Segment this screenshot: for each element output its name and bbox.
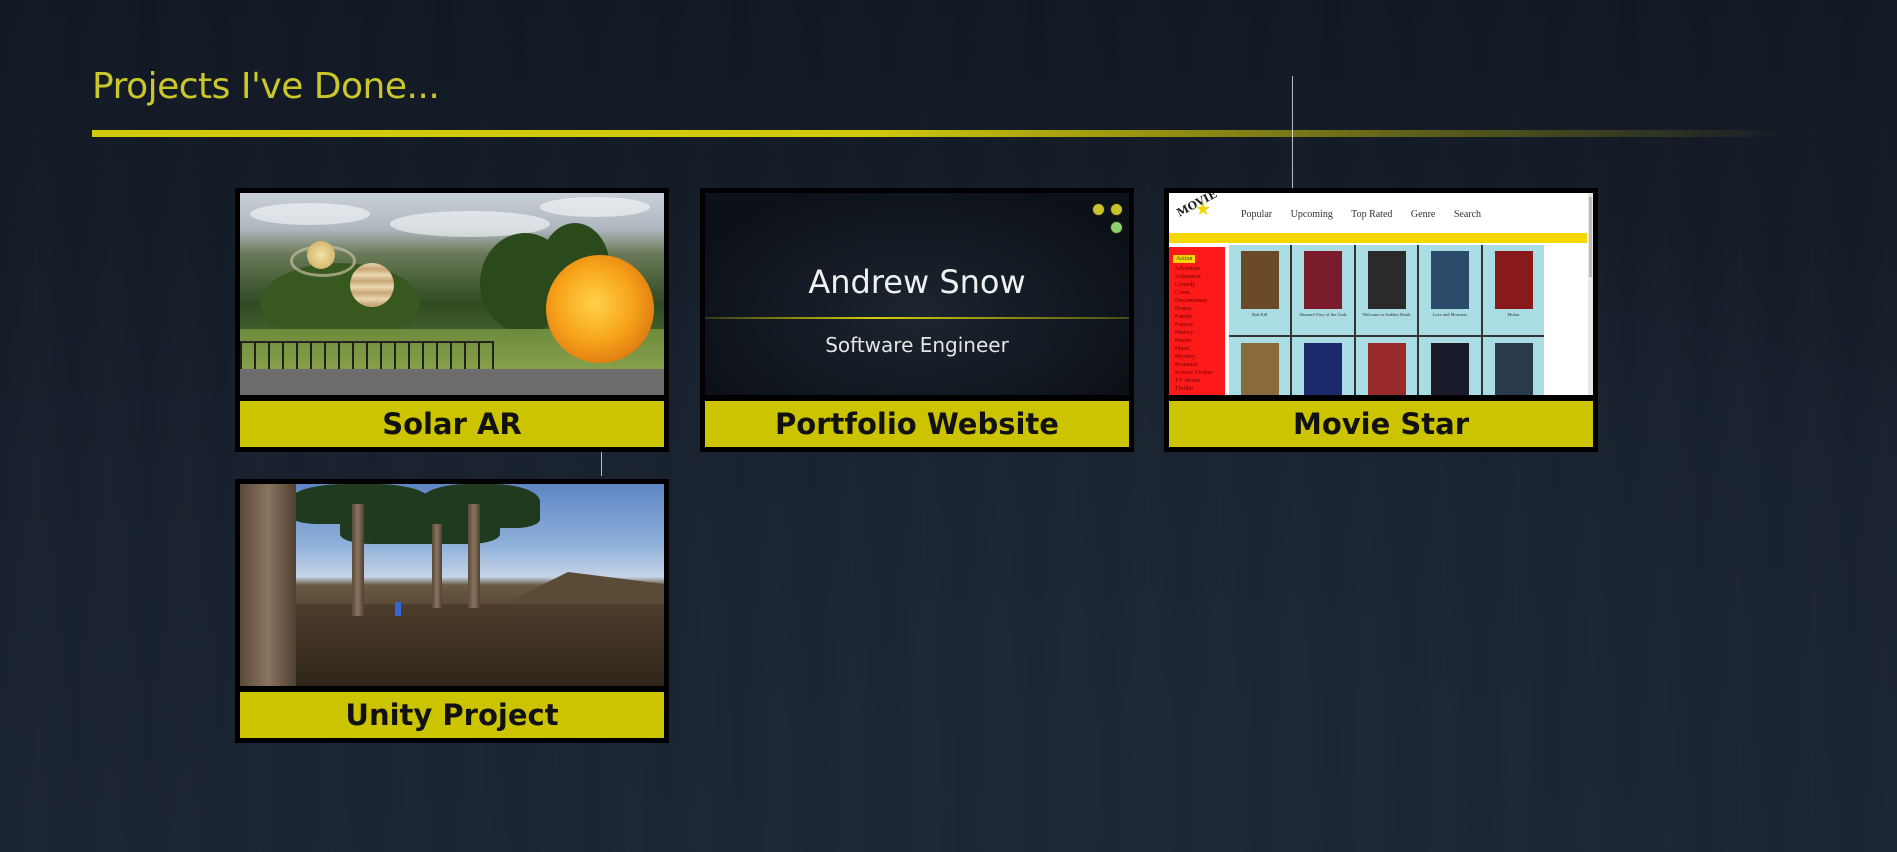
movie-card[interactable] <box>1355 337 1418 395</box>
projects-page: Projects I've Done... Solar AR Andrew Sn… <box>0 0 1897 852</box>
nav-item: Search <box>1453 209 1482 220</box>
theme-dot-icon <box>1110 203 1123 216</box>
section-title: Projects I've Done... <box>92 66 440 107</box>
genre-item[interactable]: Comedy <box>1169 281 1225 289</box>
title-underline <box>92 130 1792 137</box>
genre-item[interactable]: Thriller <box>1169 385 1225 393</box>
star-icon: ★ <box>1195 199 1212 219</box>
unity-forest-scene-thumbnail-icon[interactable] <box>240 484 664 686</box>
movie-title: Shazam! Fury of the Gods <box>1299 312 1347 317</box>
project-card-solar-ar[interactable]: Solar AR <box>235 188 669 452</box>
movie-poster-icon[interactable] <box>1494 251 1533 309</box>
nav-item: Upcoming <box>1290 209 1333 220</box>
project-card-portfolio-website[interactable]: Andrew Snow Software Engineer Portfolio … <box>700 188 1134 452</box>
project-label[interactable]: Portfolio Website <box>705 401 1129 447</box>
project-label[interactable]: Solar AR <box>240 401 664 447</box>
genre-item[interactable]: Crime <box>1169 289 1225 297</box>
nav-item: Genre <box>1410 209 1436 220</box>
player-figure <box>395 602 401 616</box>
nav-item: Top Rated <box>1351 209 1393 220</box>
movie-card[interactable]: Welcome to Sudden Death <box>1355 245 1418 335</box>
sun-icon <box>546 255 654 363</box>
genre-item[interactable]: Science Fiction <box>1169 369 1225 377</box>
jupiter-icon <box>350 263 394 307</box>
theme-dot-icon <box>1110 221 1123 234</box>
movie-nav: Popular Upcoming Top Rated Genre Search <box>1241 209 1497 220</box>
movie-poster-icon[interactable] <box>1367 251 1406 309</box>
preview-divider <box>705 317 1129 319</box>
movie-card[interactable] <box>1229 337 1291 395</box>
movie-card[interactable] <box>1292 337 1354 395</box>
saturn-body-icon <box>307 241 335 269</box>
divider-hairline <box>1292 76 1293 188</box>
movie-title: Mulan <box>1507 312 1520 317</box>
movie-title: Love and Monsters <box>1432 312 1468 317</box>
genre-item[interactable]: History <box>1169 329 1225 337</box>
movie-card[interactable] <box>1419 337 1481 395</box>
project-label[interactable]: Movie Star <box>1169 401 1593 447</box>
genre-item[interactable]: Adventure <box>1169 265 1225 273</box>
genre-item[interactable]: TV Movie <box>1169 377 1225 385</box>
solar-system-ar-thumbnail-icon[interactable] <box>240 193 664 395</box>
project-card-movie-star[interactable]: MOVIE ★ Popular Upcoming Top Rated Genre… <box>1164 188 1598 452</box>
movie-poster-icon[interactable] <box>1304 343 1343 395</box>
movie-card[interactable]: Shazam! Fury of the Gods <box>1292 245 1354 335</box>
theme-dot-icon <box>1092 203 1105 216</box>
genre-item[interactable]: Music <box>1169 345 1225 353</box>
genre-item[interactable]: Action <box>1173 255 1196 263</box>
movie-poster-icon[interactable] <box>1241 251 1279 309</box>
movie-card[interactable]: Mulan <box>1482 245 1544 335</box>
project-label[interactable]: Unity Project <box>240 692 664 738</box>
genre-item[interactable]: Mystery <box>1169 353 1225 361</box>
genre-item[interactable]: Fantasy <box>1169 321 1225 329</box>
portfolio-website-thumbnail-icon[interactable]: Andrew Snow Software Engineer <box>705 193 1129 395</box>
preview-name: Andrew Snow <box>808 263 1026 301</box>
movie-star-website-thumbnail-icon[interactable]: MOVIE ★ Popular Upcoming Top Rated Genre… <box>1169 193 1593 395</box>
scrollbar <box>1588 193 1593 395</box>
movie-poster-icon[interactable] <box>1431 251 1470 309</box>
divider-hairline <box>601 452 602 476</box>
movie-title: Bad Kill <box>1252 312 1268 317</box>
genre-item[interactable]: Romance <box>1169 361 1225 369</box>
movie-card[interactable] <box>1482 337 1544 395</box>
movie-poster-icon[interactable] <box>1241 343 1279 395</box>
genre-item[interactable]: Family <box>1169 313 1225 321</box>
genre-sidebar: Action Adventure Animation Comedy Crime Docum… <box>1169 247 1225 395</box>
movie-card[interactable]: Bad Kill <box>1229 245 1291 335</box>
movie-poster-icon[interactable] <box>1367 343 1406 395</box>
movie-poster-icon[interactable] <box>1431 343 1470 395</box>
nav-item: Popular <box>1241 209 1273 220</box>
movie-grid: Bad Kill Shazam! Fury of the Gods Welcome … <box>1229 245 1544 395</box>
movie-card[interactable]: Love and Monsters <box>1419 245 1481 335</box>
movie-title: Welcome to Sudden Death <box>1362 312 1411 317</box>
project-card-unity-project[interactable]: Unity Project <box>235 479 669 743</box>
movie-header-bar <box>1169 233 1587 243</box>
genre-item[interactable]: Horror <box>1169 337 1225 345</box>
genre-item[interactable]: Documentary <box>1169 297 1225 305</box>
movie-poster-icon[interactable] <box>1494 343 1533 395</box>
preview-subtitle: Software Engineer <box>825 333 1009 357</box>
movie-poster-icon[interactable] <box>1304 251 1343 309</box>
genre-item[interactable]: Drama <box>1169 305 1225 313</box>
genre-item[interactable]: Animation <box>1169 273 1225 281</box>
